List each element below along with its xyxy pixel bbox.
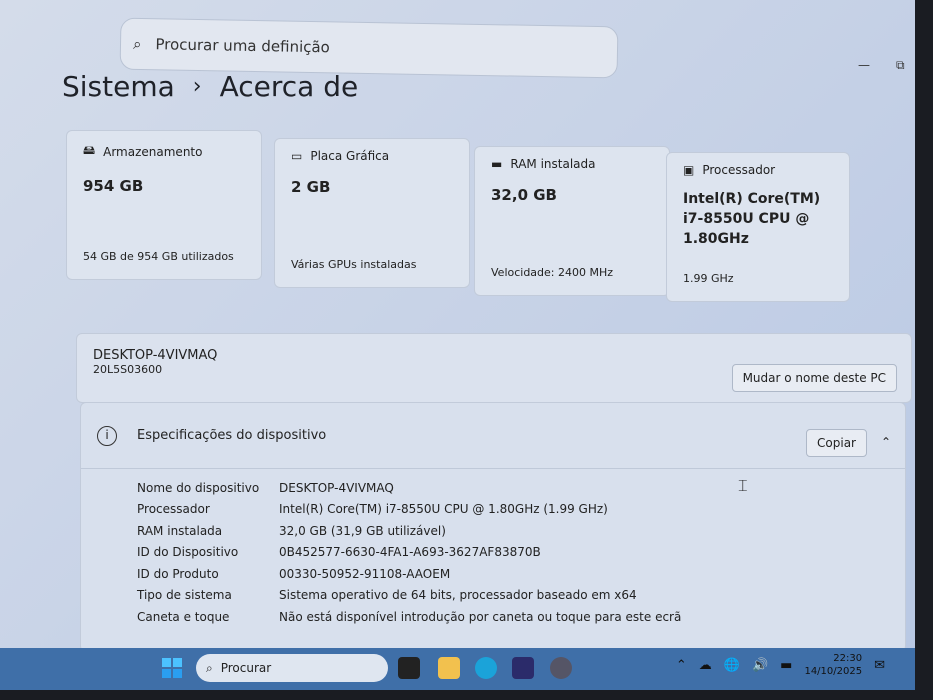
- spec-row: ID do Dispositivo 0B452577-6630-4FA1-A693…: [137, 542, 905, 564]
- storage-card[interactable]: 🖴 Armazenamento 954 GB 54 GB de 954 GB ut…: [66, 130, 262, 280]
- gpu-icon: ▭: [291, 149, 303, 163]
- pc-name-section: DESKTOP-4VIVMAQ 20L5S03600 Mudar o nome …: [76, 333, 912, 403]
- spec-row: Processador Intel(R) Core(TM) i7-8550U CP…: [137, 499, 905, 521]
- spec-value[interactable]: Não está disponível introdução por canet…: [279, 610, 681, 624]
- system-tray: ⌃ ☁ 🌐 🔊 ▬ 22:30 14/10/2025 ✉: [676, 652, 885, 678]
- clock[interactable]: 22:30 14/10/2025: [804, 652, 862, 678]
- card-sub: 1.99 GHz: [683, 272, 734, 285]
- copy-button[interactable]: Copiar: [806, 429, 867, 457]
- spec-value[interactable]: 32,0 GB (31,9 GB utilizável): [279, 524, 446, 538]
- minimize-button[interactable]: —: [858, 58, 870, 72]
- ram-card[interactable]: ▬ RAM instalada 32,0 GB Velocidade: 2400 …: [474, 146, 670, 296]
- onedrive-icon[interactable]: ☁: [699, 658, 712, 673]
- windows-start-icon[interactable]: [162, 658, 182, 678]
- spec-key: Tipo de sistema: [137, 588, 232, 603]
- cpu-icon: ▣: [683, 163, 695, 177]
- specs-title: Especificações do dispositivo: [137, 428, 327, 443]
- pc-name: DESKTOP-4VIVMAQ: [93, 348, 218, 363]
- taskbar: ⌕ Procurar ⌃ ☁ 🌐 🔊 ▬ 22:30 14/10/2025 ✉: [0, 648, 915, 690]
- chevron-up-icon[interactable]: ⌃: [881, 435, 891, 449]
- page-title: Acerca de: [219, 70, 359, 103]
- gpu-card[interactable]: ▭ Placa Gráfica 2 GB Várias GPUs instalad…: [274, 138, 470, 288]
- date: 14/10/2025: [804, 666, 863, 677]
- spec-key: ID do Dispositivo: [137, 545, 239, 560]
- spec-row: Caneta e toque Não está disponível introd…: [137, 606, 905, 628]
- search-input[interactable]: Procurar uma definição: [155, 35, 330, 56]
- task-view-icon[interactable]: [398, 657, 420, 679]
- volume-icon[interactable]: 🔊: [752, 658, 768, 673]
- taskbar-search-label: Procurar: [220, 661, 272, 675]
- spec-key: Processador: [137, 502, 210, 517]
- card-label: RAM instalada: [510, 157, 596, 171]
- spec-row: Tipo de sistema Sistema operativo de 64 b…: [137, 585, 905, 607]
- card-value: 954 GB: [83, 177, 144, 195]
- card-sub: Velocidade: 2400 MHz: [491, 266, 614, 279]
- spec-value[interactable]: Intel(R) Core(TM) i7-8550U CPU @ 1.80GHz…: [279, 502, 608, 516]
- search-icon: ⌕: [206, 660, 213, 675]
- spec-value[interactable]: 0B452577-6630-4FA1-A693-3627AF83870B: [279, 545, 541, 559]
- notifications-icon[interactable]: ✉: [874, 658, 885, 673]
- taskbar-search[interactable]: ⌕ Procurar: [196, 654, 388, 682]
- spec-key: RAM instalada: [137, 523, 223, 538]
- card-value: 2 GB: [291, 178, 331, 196]
- rename-pc-button[interactable]: Mudar o nome deste PC: [731, 364, 897, 392]
- card-value: 32,0 GB: [491, 186, 557, 204]
- chevron-up-icon[interactable]: ⌃: [676, 658, 687, 673]
- spec-value[interactable]: DESKTOP-4VIVMAQ: [279, 481, 394, 495]
- edge-icon[interactable]: [475, 657, 497, 679]
- storage-icon: 🖴: [83, 143, 96, 157]
- card-sub: 54 GB de 954 GB utilizados: [83, 250, 234, 263]
- breadcrumb-sistema[interactable]: Sistema: [62, 70, 175, 103]
- spec-row: ID do Produto 00330-50952-91108-AAOEM: [137, 563, 905, 585]
- card-label: Processador: [702, 163, 776, 177]
- specs-header[interactable]: i Especificações do dispositivo Copiar ⌃: [81, 403, 905, 469]
- spec-key: ID do Produto: [137, 566, 219, 581]
- network-icon[interactable]: 🌐: [724, 658, 740, 673]
- text-cursor-icon: ⌶: [738, 476, 748, 495]
- device-specs-section: i Especificações do dispositivo Copiar ⌃…: [80, 402, 906, 652]
- card-value: Intel(R) Core(TM) i7-8550U CPU @ 1.80GHz: [683, 191, 821, 247]
- spec-value[interactable]: 00330-50952-91108-AAOEM: [279, 567, 450, 581]
- settings-window: ⌕ Procurar uma definição — ⧉ Sistema › A…: [0, 0, 915, 690]
- file-explorer-icon[interactable]: [438, 657, 460, 679]
- settings-gear-icon[interactable]: [550, 657, 572, 679]
- store-icon[interactable]: [512, 657, 534, 679]
- info-icon: i: [97, 425, 117, 446]
- card-sub: Várias GPUs instaladas: [291, 258, 417, 271]
- cpu-card[interactable]: ▣ Processador Intel(R) Core(TM) i7-8550U …: [666, 152, 850, 302]
- search-icon: ⌕: [132, 34, 142, 54]
- card-label: Armazenamento: [103, 144, 203, 159]
- breadcrumb: Sistema › Acerca de: [62, 70, 358, 103]
- card-label: Placa Gráfica: [310, 149, 390, 163]
- spec-value[interactable]: Sistema operativo de 64 bits, processado…: [279, 588, 637, 602]
- spec-key: Nome do dispositivo: [137, 480, 260, 495]
- battery-icon[interactable]: ▬: [780, 658, 792, 673]
- spec-row: RAM instalada 32,0 GB (31,9 GB utilizável…: [137, 520, 905, 542]
- spec-key: Caneta e toque: [137, 609, 230, 624]
- restore-button[interactable]: ⧉: [896, 58, 905, 73]
- spec-row: Nome do dispositivo DESKTOP-4VIVMAQ: [137, 477, 905, 499]
- ram-icon: ▬: [491, 157, 503, 171]
- chevron-right-icon: ›: [192, 74, 202, 99]
- time: 22:30: [833, 653, 863, 664]
